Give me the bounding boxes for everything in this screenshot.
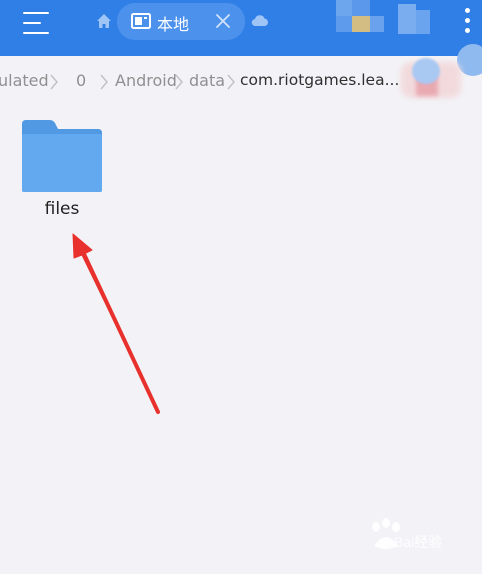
watermark-text: Bai经验 [394,534,443,550]
annotation-arrow [72,233,160,414]
